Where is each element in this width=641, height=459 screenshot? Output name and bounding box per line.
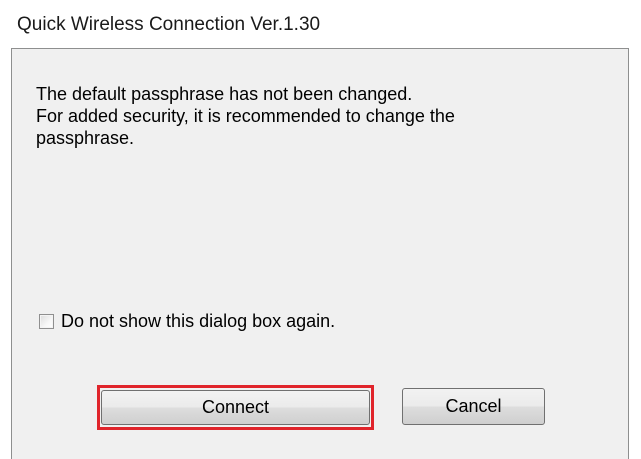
dont-show-again-row[interactable]: Do not show this dialog box again. (39, 309, 335, 333)
dialog-window: Quick Wireless Connection Ver.1.30 The d… (0, 0, 641, 459)
window-title: Quick Wireless Connection Ver.1.30 (17, 14, 321, 35)
message-text: The default passphrase has not been chan… (36, 83, 596, 149)
dialog-body: The default passphrase has not been chan… (11, 48, 629, 459)
message-line-2: For added security, it is recommended to… (36, 106, 455, 126)
message-line-1: The default passphrase has not been chan… (36, 84, 413, 104)
message-line-3: passphrase. (36, 128, 135, 148)
connect-button[interactable]: Connect (101, 390, 370, 425)
cancel-button[interactable]: Cancel (402, 388, 545, 425)
dont-show-again-checkbox[interactable] (39, 313, 54, 329)
dont-show-again-label[interactable]: Do not show this dialog box again. (61, 311, 335, 332)
